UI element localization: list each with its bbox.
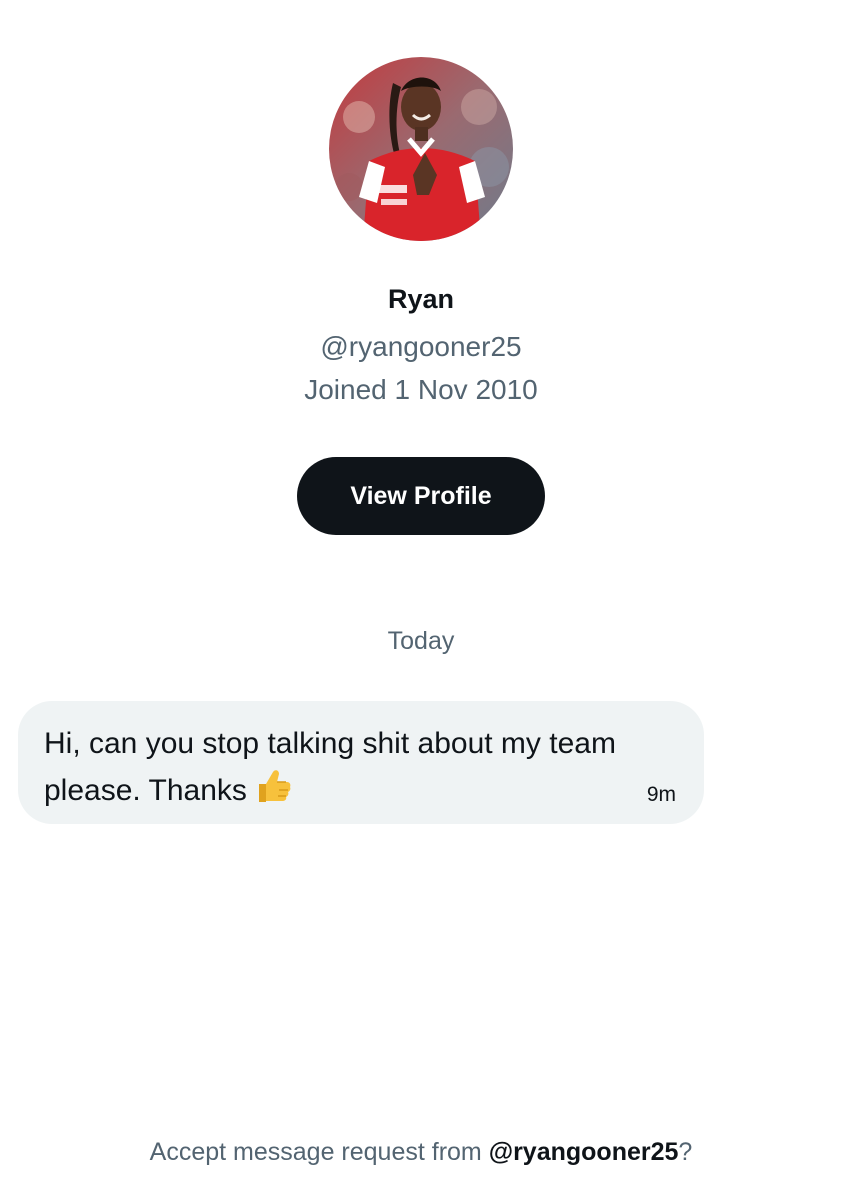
message-body: Hi, can you stop talking shit about my t…: [44, 727, 616, 807]
view-profile-button[interactable]: View Profile: [297, 457, 545, 535]
joined-date: Joined 1 Nov 2010: [304, 374, 538, 405]
accept-request-prompt: Accept message request from @ryangooner2…: [0, 1138, 842, 1167]
thumbs-up-icon: [253, 766, 293, 806]
date-divider: Today: [387, 627, 455, 655]
message-text: Hi, can you stop talking shit about my t…: [44, 721, 644, 813]
avatar-photo: [329, 57, 513, 241]
avatar[interactable]: [329, 57, 513, 241]
accept-prompt-suffix: ?: [678, 1138, 693, 1166]
accept-prompt-text: Accept message request from: [149, 1138, 489, 1166]
accept-request-handle-link[interactable]: @ryangooner25: [489, 1138, 679, 1166]
display-name: Ryan: [387, 284, 455, 314]
profile-handle: @ryangooner25: [320, 331, 522, 362]
message-time: 9m: [646, 783, 676, 806]
message-bubble[interactable]: Hi, can you stop talking shit about my t…: [18, 701, 704, 824]
profile-header: Ryan @ryangooner25 Joined 1 Nov 2010 Vie…: [0, 0, 842, 560]
